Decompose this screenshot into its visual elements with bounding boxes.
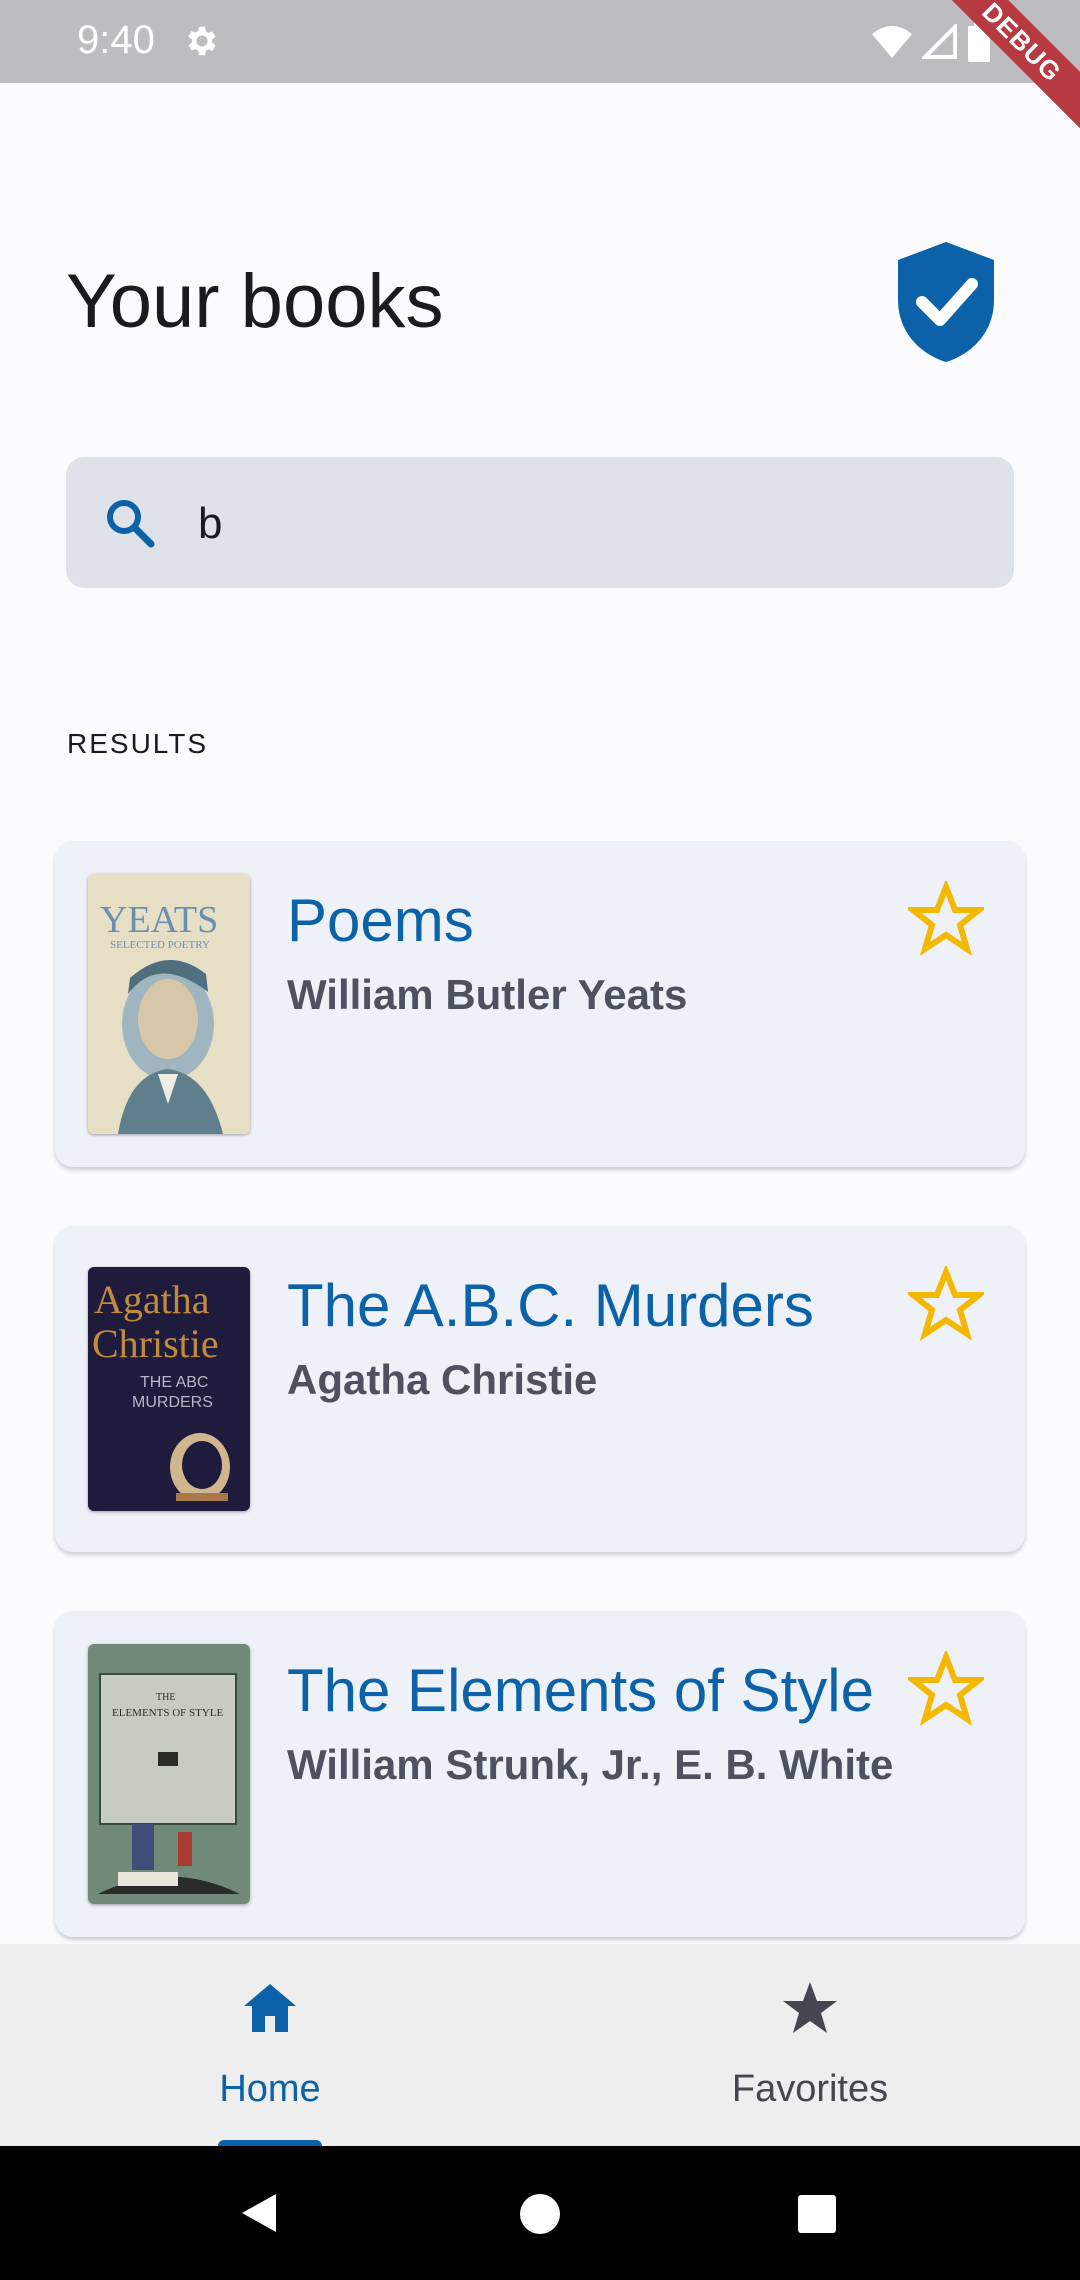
star-icon (783, 1982, 837, 2033)
nav-label-home: Home (219, 2068, 321, 2110)
book-title: The A.B.C. Murders (287, 1272, 814, 1339)
book-cover-image: THE ELEMENTS OF STYLE (88, 1644, 250, 1904)
cover-text: MURDERS (132, 1394, 213, 1411)
home-icon (244, 1984, 296, 2032)
verified-shield-icon[interactable] (894, 240, 998, 364)
status-time: 9:40 (77, 18, 155, 62)
favorite-star-icon[interactable] (908, 881, 984, 957)
cover-title: Agatha (94, 1277, 210, 1322)
page-title: Your books (66, 259, 444, 344)
book-title: Poems (287, 887, 474, 954)
status-bar: 9:40 DEBUG (0, 0, 1080, 141)
wifi-icon (872, 26, 912, 58)
book-title: The Elements of Style (287, 1657, 874, 1724)
favorite-star-icon[interactable] (908, 1651, 984, 1727)
cover-text: THE ABC (140, 1374, 208, 1391)
book-card[interactable]: Agatha Christie THE ABC MURDERS The A.B.… (55, 1226, 1025, 1552)
back-icon[interactable] (236, 2190, 282, 2236)
cover-subtitle: ELEMENTS OF STYLE (112, 1707, 224, 1719)
book-cover-image: YEATS SELECTED POETRY (88, 874, 250, 1134)
book-author: William Strunk, Jr., E. B. White (287, 1741, 894, 1788)
nav-item-home[interactable]: Home (0, 1944, 540, 2148)
results-label: RESULTS (67, 728, 209, 759)
cover-title: THE (156, 1692, 175, 1703)
book-card[interactable]: YEATS SELECTED POETRY Poems William Butl… (55, 841, 1025, 1167)
settings-gear-icon (188, 26, 216, 56)
nav-item-favorites[interactable]: Favorites (540, 1944, 1080, 2146)
cover-subtitle: SELECTED POETRY (110, 939, 210, 951)
bottom-navigation: Home Favorites (0, 1944, 1080, 2148)
nav-label-favorites: Favorites (731, 2068, 889, 2110)
cover-subtitle: Christie (92, 1321, 219, 1366)
favorite-star-icon[interactable] (908, 1266, 984, 1342)
book-card[interactable]: THE ELEMENTS OF STYLE The Elements of St… (55, 1611, 1025, 1937)
recents-square-icon[interactable] (797, 2194, 837, 2234)
screen: 9:40 DEBUG Your books RESULTS YEATS S (0, 0, 1080, 2280)
signal-icon (922, 24, 957, 59)
home-circle-icon[interactable] (518, 2192, 562, 2236)
search-input[interactable] (196, 485, 960, 563)
search-bar[interactable] (66, 457, 1014, 588)
book-author: William Butler Yeats (287, 971, 688, 1018)
status-icons (872, 22, 990, 62)
system-navigation-bar (0, 2146, 1080, 2280)
book-cover-image: Agatha Christie THE ABC MURDERS (88, 1267, 250, 1511)
cover-title: YEATS (100, 899, 218, 941)
book-author: Agatha Christie (287, 1356, 598, 1403)
search-icon (107, 500, 155, 548)
